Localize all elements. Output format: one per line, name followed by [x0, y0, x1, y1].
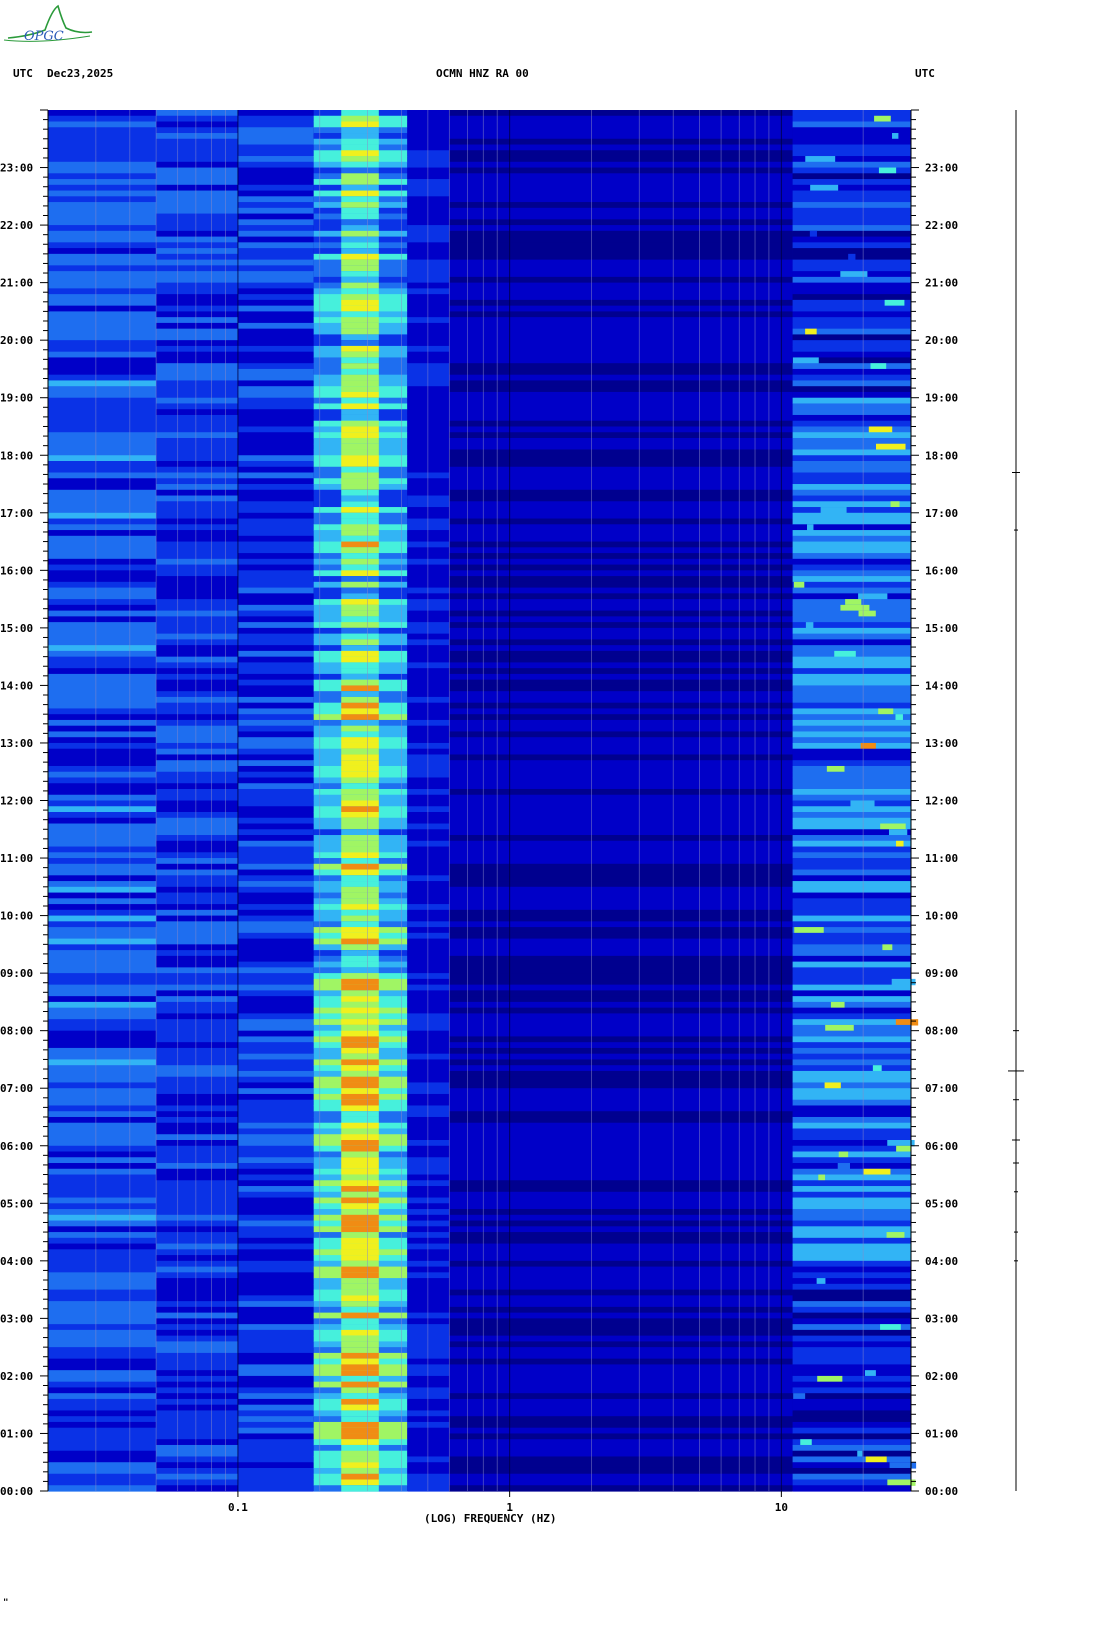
right-time-label: 20:00: [925, 334, 958, 347]
left-time-label: 01:00: [0, 1427, 33, 1440]
right-time-label: 22:00: [925, 219, 958, 232]
left-time-label: 19:00: [0, 392, 33, 405]
left-time-label: 08:00: [0, 1025, 33, 1038]
frequency-axis: 0.1 1 10: [228, 1491, 788, 1514]
left-time-label: 10:00: [0, 910, 33, 923]
left-time-label: 05:00: [0, 1197, 33, 1210]
frequency-tick-label: 10: [775, 1501, 788, 1514]
left-time-label: 20:00: [0, 334, 33, 347]
right-time-label: 07:00: [925, 1082, 958, 1095]
right-time-label: 09:00: [925, 967, 958, 980]
left-time-label: 04:00: [0, 1255, 33, 1268]
right-time-label: 17:00: [925, 507, 958, 520]
footer-mark: ": [3, 1598, 9, 1608]
right-time-label: 15:00: [925, 622, 958, 635]
left-time-label: 16:00: [0, 564, 33, 577]
left-time-label: 22:00: [0, 219, 33, 232]
right-time-label: 06:00: [925, 1140, 958, 1153]
right-time-label: 18:00: [925, 449, 958, 462]
left-time-label: 12:00: [0, 795, 33, 808]
right-time-label: 11:00: [925, 852, 958, 865]
left-time-label: 14:00: [0, 679, 33, 692]
right-time-label: 05:00: [925, 1197, 958, 1210]
frequency-tick-label: 0.1: [228, 1501, 248, 1514]
left-time-label: 02:00: [0, 1370, 33, 1383]
right-time-label: 21:00: [925, 277, 958, 290]
right-time-label: 03:00: [925, 1312, 958, 1325]
spectrogram-chart: 00:00 00:00 01:00 01:00 02:00 02:00 03:00 03:00…: [0, 109, 1024, 1514]
left-time-label: 11:00: [0, 852, 33, 865]
right-time-label: 08:00: [925, 1025, 958, 1038]
right-time-label: 10:00: [925, 910, 958, 923]
right-time-label: 12:00: [925, 795, 958, 808]
right-time-label: 04:00: [925, 1255, 958, 1268]
right-time-label: 02:00: [925, 1370, 958, 1383]
right-time-label: 00:00: [925, 1485, 958, 1498]
left-time-label: 23:00: [0, 162, 33, 175]
right-time-label: 19:00: [925, 392, 958, 405]
right-time-label: 14:00: [925, 679, 958, 692]
left-time-label: 17:00: [0, 507, 33, 520]
left-time-label: 13:00: [0, 737, 33, 750]
left-time-label: 07:00: [0, 1082, 33, 1095]
left-time-label: 03:00: [0, 1312, 33, 1325]
right-time-label: 16:00: [925, 564, 958, 577]
left-time-label: 18:00: [0, 449, 33, 462]
left-time-label: 15:00: [0, 622, 33, 635]
right-time-label: 01:00: [925, 1427, 958, 1440]
x-axis-label: (LOG) FREQUENCY (HZ): [424, 1512, 557, 1525]
left-time-label: 06:00: [0, 1140, 33, 1153]
left-time-label: 09:00: [0, 967, 33, 980]
left-time-label: 00:00: [0, 1485, 33, 1498]
left-time-label: 21:00: [0, 277, 33, 290]
right-time-label: 13:00: [925, 737, 958, 750]
seismic-trace: [1008, 110, 1024, 1491]
right-time-label: 23:00: [925, 162, 958, 175]
